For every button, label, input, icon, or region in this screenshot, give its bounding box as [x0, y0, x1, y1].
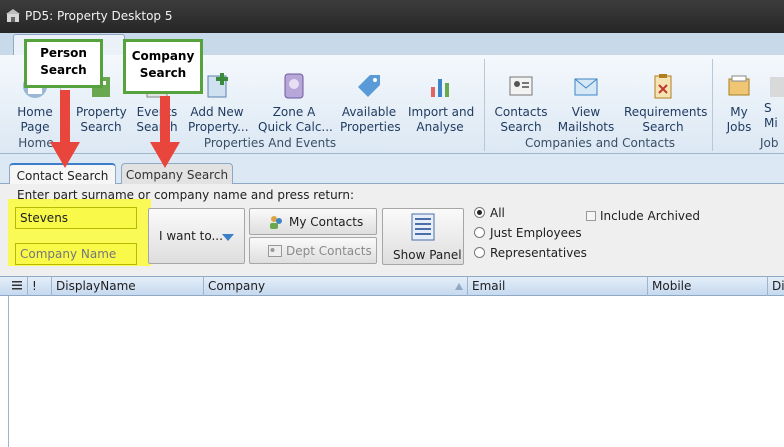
surname-input[interactable]: Stevens [15, 207, 137, 229]
view-mailshots-label: View Mailshots [557, 105, 615, 134]
clipboard-icon [654, 74, 672, 99]
contacts-people-icon [270, 216, 282, 229]
company-name-input[interactable]: Company Name [15, 243, 137, 265]
column-menu[interactable] [8, 277, 28, 296]
show-panel-label: Show Panel [393, 248, 462, 262]
column-partial[interactable]: Di [768, 277, 784, 296]
radio-just-employees[interactable]: Just Employees [474, 226, 582, 240]
zone-a-quick-calc-label: Zone A Quick Calc... [258, 105, 333, 134]
column-menu-icon [12, 281, 22, 290]
chevron-down-icon [222, 234, 234, 241]
ribbon-tab-row: in [0, 33, 784, 55]
column-mobile[interactable]: Mobile [648, 277, 768, 296]
radio-all[interactable]: All [474, 206, 505, 220]
radio-employees-label: Just Employees [490, 226, 582, 240]
import-analyse-label: Import and Analyse [408, 105, 475, 134]
dept-contacts-label: Dept Contacts [286, 244, 372, 258]
arrow-company-search-icon [150, 96, 180, 168]
group-separator [712, 59, 713, 151]
app-window: PD5: Property Desktop 5 in Home Page Pro… [0, 0, 784, 447]
radio-dot [474, 247, 485, 258]
column-email[interactable]: Email [468, 277, 648, 296]
window-title: PD5: Property Desktop 5 [25, 9, 173, 23]
ribbon: Home Page Property Search Events Search … [0, 55, 784, 154]
my-jobs-label: My Jobs [726, 105, 752, 134]
my-contacts-label: My Contacts [289, 215, 364, 229]
sort-ascending-icon [455, 283, 463, 290]
grid-left-border [8, 296, 9, 447]
callout-company-search: Company Search [123, 39, 203, 94]
requirements-search-button[interactable]: Requirements Search [624, 71, 708, 135]
my-contacts-button[interactable]: My Contacts [249, 208, 377, 235]
property-search-label: Property Search [76, 105, 127, 134]
search-subtabs: Contact Search Company Search [0, 154, 784, 185]
view-mailshots-button[interactable]: View Mailshots [556, 71, 616, 135]
partial-ribbon-button[interactable]: S Mi [764, 71, 784, 131]
arrow-person-search-icon [50, 90, 80, 168]
add-property-icon [207, 73, 228, 98]
available-properties-label: Available Properties [340, 105, 401, 134]
contacts-search-button[interactable]: Contacts Search [494, 71, 548, 135]
radio-representatives[interactable]: Representatives [474, 246, 587, 260]
results-grid-header: ! DisplayName Company Email Mobile Di [0, 276, 784, 296]
column-flag[interactable]: ! [28, 277, 52, 296]
dept-card-icon [268, 245, 282, 257]
group-separator [484, 59, 485, 151]
show-panel-button[interactable]: Show Panel [382, 208, 464, 265]
column-company[interactable]: Company [204, 277, 468, 296]
radio-dot-selected [474, 207, 485, 218]
jobs-icon [728, 75, 750, 96]
my-jobs-button[interactable]: My Jobs [722, 71, 756, 135]
include-archived-label: Include Archived [600, 209, 701, 223]
results-grid-body[interactable] [0, 296, 784, 447]
callout-person-search: Person Search [24, 39, 103, 88]
group-label-properties: Properties And Events [203, 136, 337, 150]
chart-icon [431, 79, 449, 97]
group-label-companies: Companies and Contacts [524, 136, 676, 150]
contacts-search-label: Contacts Search [494, 105, 548, 134]
add-new-property-label: Add New Property... [188, 105, 249, 134]
column-company-label: Company [208, 279, 266, 293]
group-label-job: Job [760, 136, 779, 150]
i-want-to-dropdown[interactable]: I want to... [148, 208, 245, 264]
include-archived-checkbox[interactable]: Include Archived [586, 209, 700, 223]
zone-a-quick-calc-button[interactable]: Zone A Quick Calc... [258, 71, 333, 135]
panel-icon [411, 213, 435, 241]
tag-icon [358, 75, 380, 97]
available-properties-button[interactable]: Available Properties [340, 71, 401, 135]
partial-ribbon-label: S Mi [764, 101, 778, 130]
column-displayname[interactable]: DisplayName [52, 277, 204, 296]
checkbox-box [586, 211, 596, 221]
import-analyse-button[interactable]: Import and Analyse [408, 71, 475, 135]
dept-contacts-button[interactable]: Dept Contacts [249, 237, 377, 264]
radio-dot [474, 227, 485, 238]
calculator-icon [284, 73, 304, 99]
partial-icon [770, 77, 784, 97]
mailshot-icon [574, 78, 598, 96]
i-want-to-label: I want to... [159, 229, 223, 243]
contact-card-icon [509, 76, 533, 96]
title-bar: PD5: Property Desktop 5 [0, 0, 784, 33]
requirements-search-label: Requirements Search [624, 105, 708, 134]
radio-reps-label: Representatives [490, 246, 587, 260]
app-icon [6, 9, 20, 22]
radio-all-label: All [490, 206, 505, 220]
